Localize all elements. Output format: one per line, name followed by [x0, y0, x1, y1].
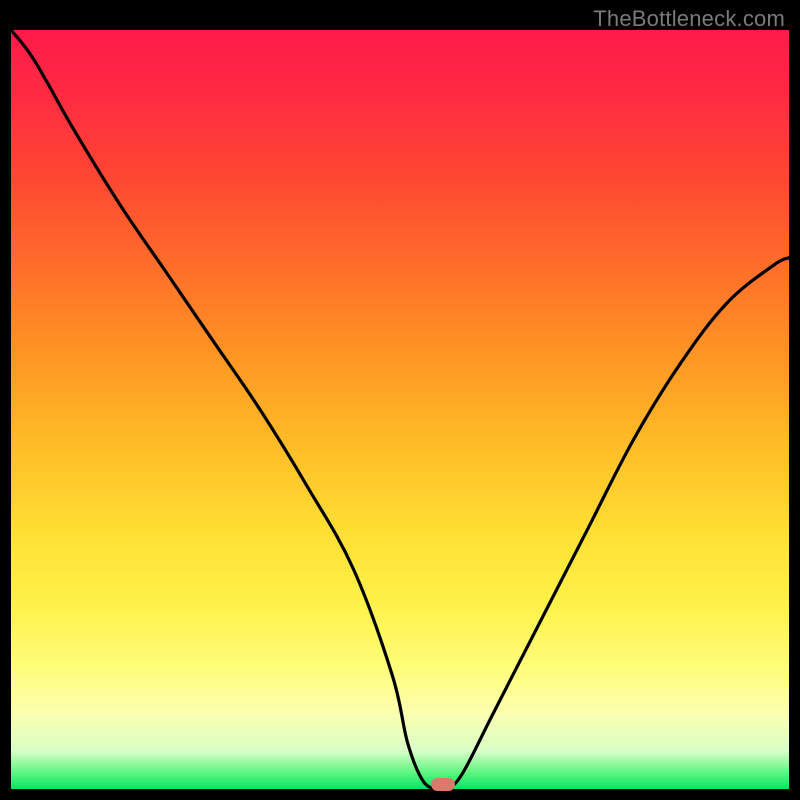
curve-layer [11, 30, 789, 789]
chart-frame: TheBottleneck.com [11, 0, 789, 789]
watermark-text: TheBottleneck.com [593, 6, 785, 32]
optimal-marker [431, 778, 455, 791]
bottleneck-curve [11, 30, 789, 789]
